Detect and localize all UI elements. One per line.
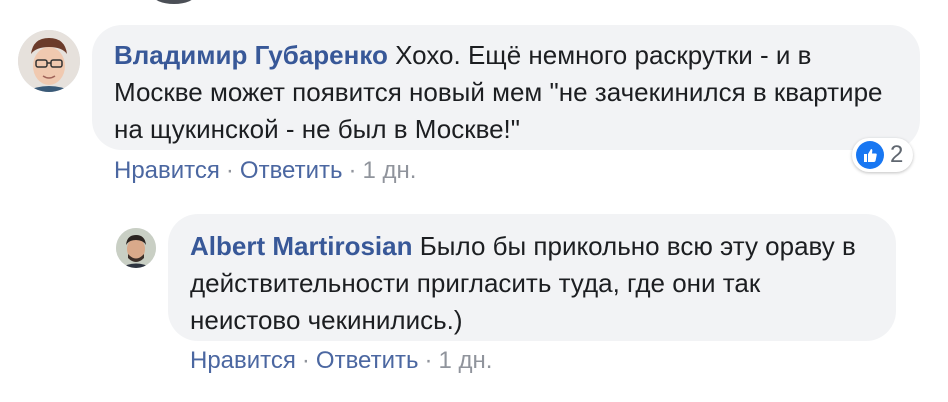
reaction-count: 2 (890, 141, 904, 168)
comment-author[interactable]: Владимир Губаренко (114, 40, 388, 70)
avatar[interactable] (116, 228, 156, 268)
comment-author[interactable]: Albert Martirosian (190, 231, 413, 261)
separator: · (301, 347, 310, 374)
like-button[interactable]: Нравится (190, 347, 296, 374)
reply-button[interactable]: Ответить (240, 157, 343, 184)
reply-button[interactable]: Ответить (316, 347, 419, 374)
like-icon (856, 141, 884, 169)
timestamp-link[interactable]: 1 дн. (439, 347, 493, 374)
like-button[interactable]: Нравится (114, 157, 220, 184)
previous-avatar-fragment (152, 0, 196, 4)
comment-actions: Нравится · Ответить · 1 дн. (114, 157, 416, 185)
separator: · (225, 157, 234, 184)
avatar[interactable] (18, 30, 80, 92)
separator: · (424, 347, 433, 374)
comment-bubble: Владимир Губаренко Хохо. Ещё немного рас… (92, 25, 920, 150)
timestamp-link[interactable]: 1 дн. (363, 157, 417, 184)
separator: · (348, 157, 357, 184)
reactions-summary[interactable]: 2 (852, 138, 914, 172)
comment-bubble: Albert Martirosian Было бы прикольно всю… (168, 214, 896, 341)
comment-actions: Нравится · Ответить · 1 дн. (190, 347, 492, 375)
